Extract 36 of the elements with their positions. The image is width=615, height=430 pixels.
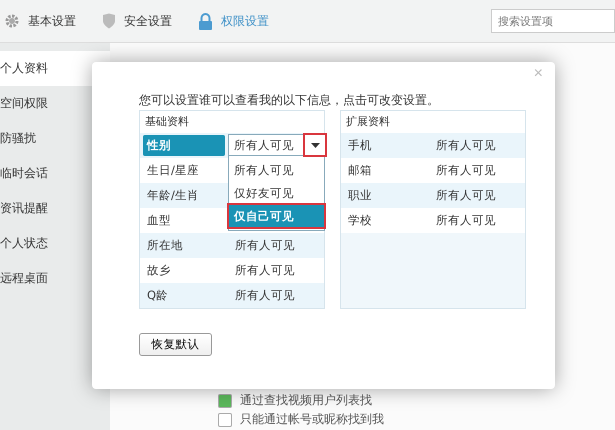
dropdown-option[interactable]: 仅自己可见: [229, 205, 324, 227]
visibility-value[interactable]: 所有人可见: [436, 188, 496, 203]
field-label[interactable]: 血型: [143, 210, 225, 231]
checkbox-label: 只能通过帐号或昵称找到我: [240, 411, 384, 428]
field-label[interactable]: 年龄/生肖: [143, 185, 225, 206]
instruction-text: 您可以设置谁可以查看我的以下信息，点击可改变设置。: [139, 92, 440, 109]
checkbox-label: 通过查找视频用户列表找: [240, 392, 372, 409]
field-label[interactable]: 所在地: [143, 235, 225, 256]
field-label: 学校: [347, 212, 373, 229]
caret-icon: [310, 142, 320, 148]
dropdown-arrow-button[interactable]: [303, 133, 327, 157]
checkbox[interactable]: [218, 412, 232, 426]
shield-icon: [102, 13, 116, 29]
visibility-value[interactable]: 所有人可见: [436, 163, 496, 178]
field-label: 职业: [347, 187, 373, 204]
visibility-value[interactable]: 所有人可见: [436, 213, 496, 228]
top-tab[interactable]: 安全设置: [98, 12, 172, 30]
search-field[interactable]: 搜索设置项: [491, 9, 615, 33]
table-title: 扩展资料: [341, 111, 525, 133]
top-tab[interactable]: 基本设置: [0, 12, 76, 30]
lock-icon: [198, 12, 213, 30]
visibility-value[interactable]: 所有人可见: [235, 263, 295, 278]
field-label[interactable]: 生日/星座: [143, 160, 225, 181]
field-label[interactable]: Q龄: [143, 285, 225, 306]
field-label: 手机: [347, 137, 373, 154]
checkbox[interactable]: [218, 394, 232, 408]
table-title: 基础资料: [140, 111, 324, 133]
visibility-dropdown[interactable]: 所有人可见: [228, 134, 325, 156]
field-label: 邮箱: [347, 162, 373, 179]
visibility-value[interactable]: 所有人可见: [235, 288, 295, 303]
field-label[interactable]: 性别: [143, 135, 225, 156]
visibility-value[interactable]: 所有人可见: [235, 238, 295, 253]
visibility-value[interactable]: 所有人可见: [436, 138, 496, 153]
settings-icon: [4, 13, 20, 29]
field-label[interactable]: 故乡: [143, 260, 225, 281]
restore-defaults-button[interactable]: 恢复默认: [139, 333, 212, 356]
